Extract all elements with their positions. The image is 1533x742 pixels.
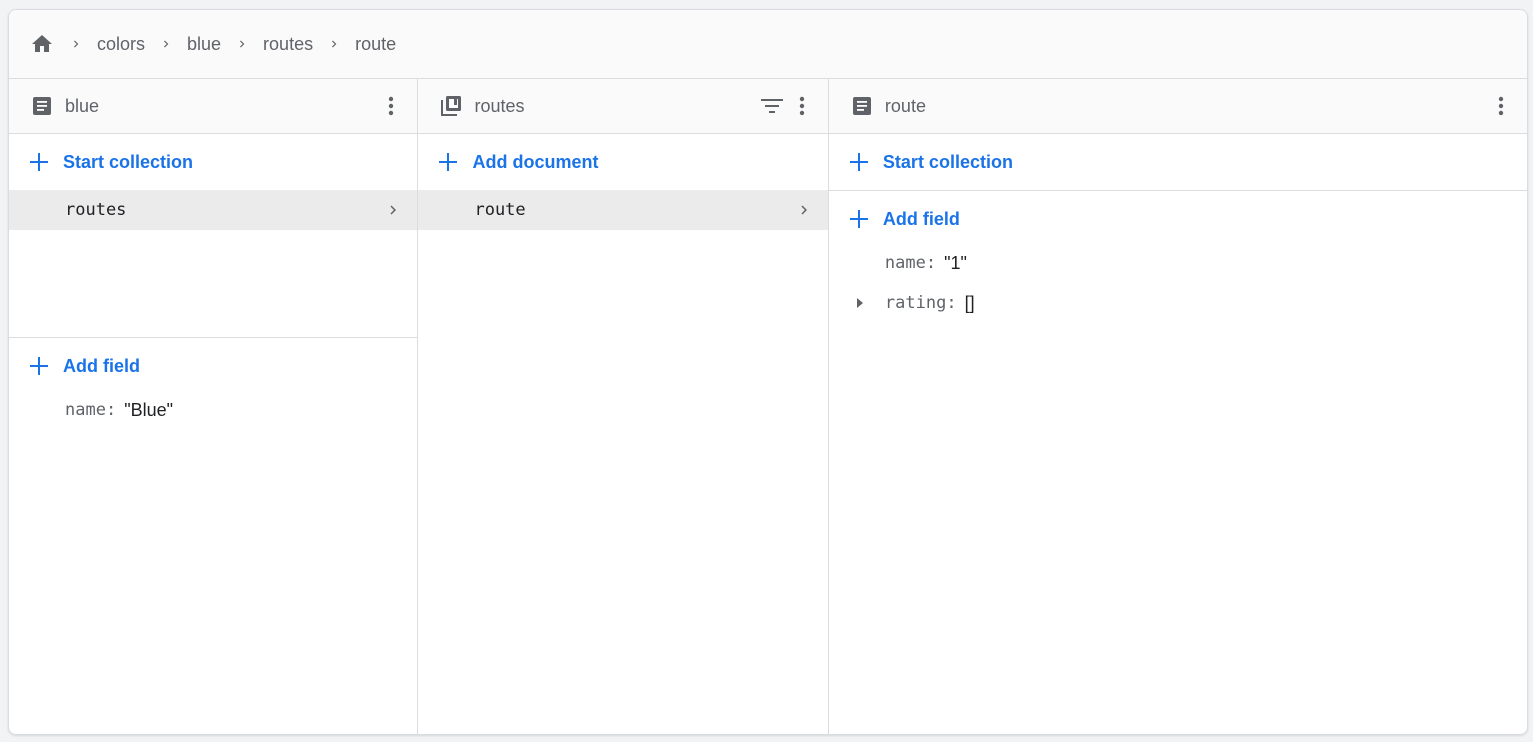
plus-icon	[436, 150, 460, 174]
collection-item-routes[interactable]: routes	[9, 190, 418, 230]
field-row-rating[interactable]: rating : []	[829, 283, 1527, 323]
field-colon: :	[946, 293, 957, 313]
breadcrumb-item-route[interactable]: route	[355, 34, 396, 55]
expand-arrow-icon[interactable]	[853, 296, 867, 310]
document-name: route	[474, 200, 526, 220]
document-column-route: route Start collection Add field name: …	[828, 79, 1527, 734]
field-colon: :	[105, 400, 117, 420]
plus-icon	[847, 150, 871, 174]
column-header: route	[828, 79, 1527, 134]
start-collection-label: Start collection	[63, 151, 194, 172]
column-header: routes	[418, 79, 828, 134]
collection-column-routes: routes Add document route	[418, 79, 829, 734]
home-icon[interactable]	[29, 31, 55, 57]
start-collection-button[interactable]: Start collection	[9, 134, 417, 190]
plus-icon	[27, 354, 51, 378]
field-value: "1"	[944, 252, 967, 273]
plus-icon	[847, 207, 871, 231]
start-collection-label: Start collection	[882, 151, 1013, 172]
column-title: routes	[474, 95, 525, 116]
column-title: route	[884, 95, 926, 116]
field-key: name	[65, 400, 106, 420]
column-header: blue	[9, 79, 418, 134]
field-row-name[interactable]: name : "1"	[829, 243, 1527, 283]
add-field-button[interactable]: Add field	[9, 338, 417, 394]
document-icon	[851, 95, 873, 117]
more-vert-icon[interactable]	[377, 92, 405, 120]
field-key: rating	[884, 293, 947, 313]
field-colon: :	[925, 253, 937, 273]
field-row-name[interactable]: name : "Blue"	[9, 390, 417, 430]
more-vert-icon[interactable]	[788, 92, 816, 120]
start-collection-button[interactable]: Start collection	[829, 134, 1527, 190]
plus-icon	[27, 150, 51, 174]
chevron-right-icon	[321, 34, 347, 54]
more-vert-icon[interactable]	[1487, 92, 1515, 120]
document-icon	[31, 95, 53, 117]
add-document-button[interactable]: Add document	[418, 134, 827, 190]
add-field-label: Add field	[63, 355, 140, 376]
breadcrumb-item-blue[interactable]: blue	[187, 34, 221, 55]
field-key: name	[884, 253, 926, 273]
collection-list-spacer	[9, 230, 417, 337]
collection-name: routes	[65, 200, 127, 220]
chevron-right-icon	[794, 200, 814, 220]
field-value: "Blue"	[124, 399, 174, 420]
chevron-right-icon	[153, 34, 179, 54]
breadcrumb: colors blue routes route	[9, 10, 1527, 79]
chevron-right-icon	[229, 34, 255, 54]
firestore-data-panel: colors blue routes route blue Start coll…	[8, 9, 1528, 735]
collection-icon	[440, 95, 462, 117]
document-column-blue: blue Start collection routes Add field n…	[9, 79, 419, 734]
breadcrumb-item-routes[interactable]: routes	[263, 34, 313, 55]
add-document-label: Add document	[472, 151, 599, 172]
add-field-button[interactable]: Add field	[829, 191, 1527, 247]
chevron-right-icon	[383, 200, 403, 220]
filter-icon[interactable]	[758, 92, 786, 120]
columns-container: blue Start collection routes Add field n…	[9, 79, 1527, 734]
breadcrumb-item-colors[interactable]: colors	[97, 34, 145, 55]
column-title: blue	[65, 95, 100, 116]
add-field-label: Add field	[882, 208, 960, 229]
document-item-route[interactable]: route	[418, 190, 828, 230]
field-value: []	[964, 292, 975, 313]
chevron-right-icon	[63, 34, 89, 54]
